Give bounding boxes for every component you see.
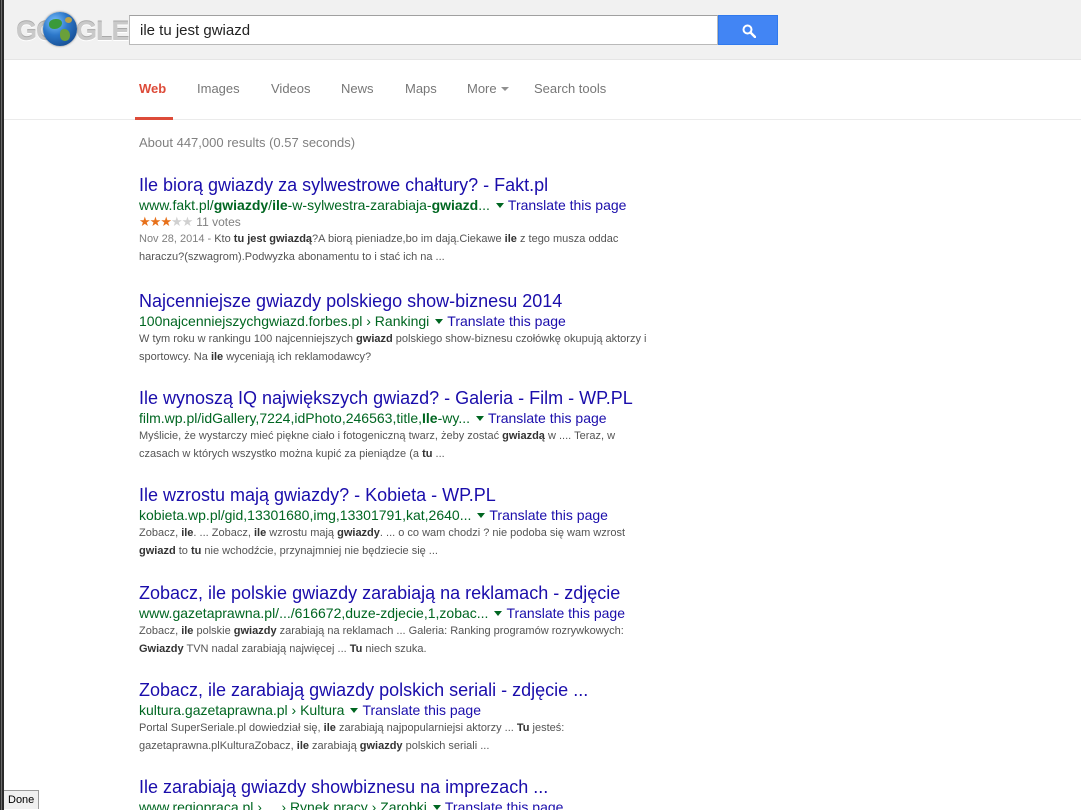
- result-url: film.wp.pl/idGallery,7224,idPhoto,246563…: [139, 410, 470, 426]
- result-title-link[interactable]: Najcenniejsze gwiazdy polskiego show-biz…: [139, 290, 659, 312]
- tab-more-label: More: [467, 81, 497, 96]
- search-box[interactable]: [129, 15, 718, 45]
- translate-page-link[interactable]: Translate this page: [447, 313, 566, 329]
- translate-page-link[interactable]: Translate this page: [488, 410, 607, 426]
- translate-page-link[interactable]: Translate this page: [362, 702, 481, 718]
- search-result: Zobacz, ile polskie gwiazdy zarabiają na…: [139, 582, 659, 658]
- header-bar: GOOGLE: [4, 0, 1081, 60]
- result-url: www.fakt.pl/gwiazdy/ile-w-sylwestra-zara…: [139, 197, 490, 213]
- url-dropdown-caret-icon[interactable]: [435, 318, 444, 324]
- url-dropdown-caret-icon[interactable]: [495, 202, 504, 208]
- result-url: www.gazetaprawna.pl/.../616672,duze-zdje…: [139, 605, 489, 621]
- tab-images[interactable]: Images: [197, 81, 240, 96]
- rating-votes: 11 votes: [196, 215, 241, 229]
- search-icon: [742, 24, 756, 38]
- search-input[interactable]: [130, 16, 717, 44]
- tab-search-tools[interactable]: Search tools: [534, 81, 606, 96]
- result-snippet: Portal SuperSeriale.pl dowiedział się, i…: [139, 722, 565, 752]
- search-result: Ile wzrostu mają gwiazdy? - Kobieta - WP…: [139, 484, 659, 560]
- url-dropdown-caret-icon[interactable]: [350, 707, 359, 713]
- result-url: kobieta.wp.pl/gid,13301680,img,13301791,…: [139, 507, 472, 523]
- result-url-line: kultura.gazetaprawna.pl › Kultura Transla…: [139, 701, 659, 719]
- result-url-line: film.wp.pl/idGallery,7224,idPhoto,246563…: [139, 409, 659, 427]
- result-title-link[interactable]: Ile wzrostu mają gwiazdy? - Kobieta - WP…: [139, 484, 659, 506]
- active-tab-indicator: [135, 117, 173, 120]
- result-title-link[interactable]: Zobacz, ile zarabiają gwiazdy polskich s…: [139, 679, 659, 701]
- search-result: Najcenniejsze gwiazdy polskiego show-biz…: [139, 290, 659, 366]
- result-url-line: 100najcenniejszychgwiazd.forbes.pl › Ran…: [139, 312, 659, 330]
- search-result: Zobacz, ile zarabiają gwiazdy polskich s…: [139, 679, 659, 755]
- search-result: Ile zarabiają gwiazdy showbiznesu na imp…: [139, 776, 659, 810]
- url-dropdown-caret-icon[interactable]: [476, 415, 484, 421]
- result-title-link[interactable]: Zobacz, ile polskie gwiazdy zarabiają na…: [139, 582, 659, 604]
- window-frame-left: [0, 0, 4, 810]
- search-button[interactable]: [718, 15, 778, 45]
- rating-stars-icon: ★★★★★: [139, 214, 193, 229]
- globe-icon: [43, 12, 77, 46]
- result-snippet: Nov 28, 2014 - Kto tu jest gwiazdą?A bio…: [139, 233, 619, 263]
- result-snippet: Zobacz, ile. ... Zobacz, ile wzrostu maj…: [139, 527, 626, 557]
- result-snippet: W tym roku w rankingu 100 najcenniejszyc…: [139, 333, 647, 363]
- url-dropdown-caret-icon[interactable]: [494, 610, 503, 616]
- result-url-line: www.regiopraca.pl › ... › Rynek pracy › …: [139, 798, 659, 810]
- search-nav: Web Images Videos News Maps More Search …: [4, 60, 1081, 120]
- tab-more[interactable]: More: [467, 81, 509, 96]
- result-url-line: www.fakt.pl/gwiazdy/ile-w-sylwestra-zara…: [139, 196, 659, 214]
- result-rating: ★★★★★ 11 votes: [139, 214, 659, 230]
- result-title-link[interactable]: Ile zarabiają gwiazdy showbiznesu na imp…: [139, 776, 659, 798]
- result-snippet: Myślicie, że wystarczy mieć piękne ciało…: [139, 430, 616, 460]
- result-url-line: kobieta.wp.pl/gid,13301680,img,13301791,…: [139, 506, 659, 524]
- result-title-link[interactable]: Ile wynoszą IQ największych gwiazd? - Ga…: [139, 387, 659, 409]
- translate-page-link[interactable]: Translate this page: [508, 197, 627, 213]
- result-url: 100najcenniejszychgwiazd.forbes.pl › Ran…: [139, 313, 430, 329]
- translate-page-link[interactable]: Translate this page: [506, 605, 625, 621]
- url-dropdown-caret-icon[interactable]: [432, 804, 441, 810]
- translate-page-link[interactable]: Translate this page: [445, 799, 564, 810]
- search-result: Ile wynoszą IQ największych gwiazd? - Ga…: [139, 387, 659, 463]
- tab-news[interactable]: News: [341, 81, 374, 96]
- result-title-link[interactable]: Ile biorą gwiazdy za sylwestrowe chałtur…: [139, 174, 659, 196]
- url-dropdown-caret-icon[interactable]: [477, 512, 486, 518]
- status-bar: Done: [4, 790, 40, 809]
- tab-web[interactable]: Web: [139, 81, 166, 96]
- translate-page-link[interactable]: Translate this page: [489, 507, 608, 523]
- logo[interactable]: GOOGLE: [16, 12, 130, 48]
- search-result: Ile biorą gwiazdy za sylwestrowe chałtur…: [139, 174, 659, 266]
- tab-maps[interactable]: Maps: [405, 81, 437, 96]
- result-stats: About 447,000 results (0.57 seconds): [139, 135, 356, 150]
- result-url: kultura.gazetaprawna.pl › Kultura: [139, 702, 345, 718]
- result-snippet: Zobacz, ile polskie gwiazdy zarabiają na…: [139, 625, 624, 655]
- chevron-down-icon: [500, 86, 509, 91]
- result-url-line: www.gazetaprawna.pl/.../616672,duze-zdje…: [139, 604, 659, 622]
- result-date: Nov 28, 2014 -: [139, 233, 215, 245]
- result-url: www.regiopraca.pl › ... › Rynek pracy › …: [139, 799, 427, 810]
- tab-videos[interactable]: Videos: [271, 81, 311, 96]
